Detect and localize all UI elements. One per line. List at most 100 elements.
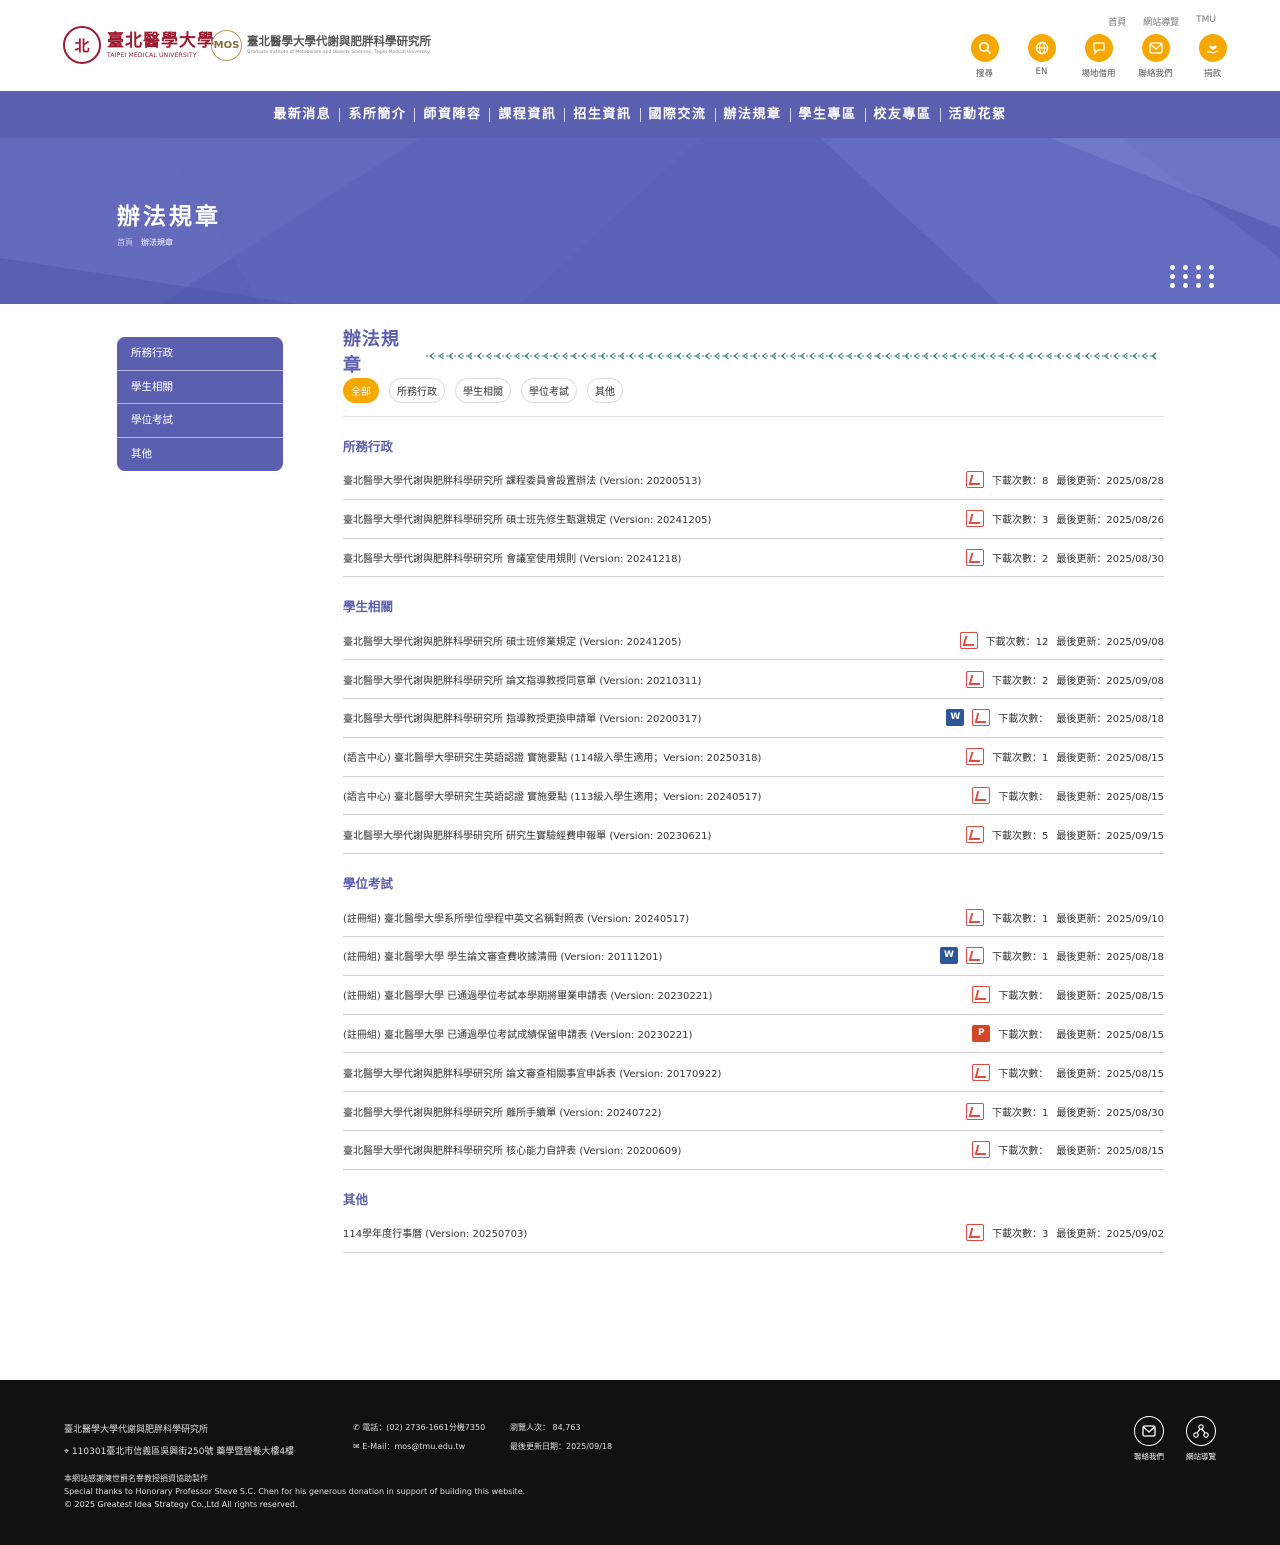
icon-button-label: 聯絡我們 <box>1138 69 1173 79</box>
top-link[interactable]: 首頁 <box>1108 15 1126 28</box>
nav-item[interactable]: 活動花絮 <box>941 107 1015 122</box>
footer-address: ⌖ 110301臺北市信義區吳興街250號 藥學暨營養大樓4樓 <box>64 1444 294 1457</box>
filter-tab[interactable]: 其他 <box>587 378 623 403</box>
icon-button-globe[interactable]: EN <box>1013 34 1070 79</box>
document-link[interactable]: 臺北醫學大學代謝與肥胖科學研究所 課程委員會設置辦法 (Version: 202… <box>343 472 701 487</box>
document-meta: 下載次數：1 最後更新：2025/09/10 <box>965 908 1164 926</box>
document-link[interactable]: (註冊組) 臺北醫學大學系所學位學程中英文名稱對照表 (Version: 202… <box>343 910 689 925</box>
credit-line: 本網站感謝陳世爵名譽教授捐資協助製作 <box>64 1474 208 1483</box>
document-meta: 下載次數： 最後更新：2025/08/15 <box>972 1141 1164 1159</box>
pdf-file-icon[interactable] <box>972 709 991 727</box>
sidebar-item[interactable]: 學位考試 <box>117 404 283 438</box>
pdf-file-icon[interactable] <box>965 510 984 528</box>
pdf-file-icon[interactable] <box>965 1224 984 1242</box>
download-count: 下載次數：2 <box>991 675 1049 687</box>
filter-tab[interactable]: 所務行政 <box>389 378 445 403</box>
document-link[interactable]: (註冊組) 臺北醫學大學 已通過學位考試成績保留申請表 (Version: 20… <box>343 1026 692 1041</box>
filter-tab[interactable]: 學位考試 <box>521 378 577 403</box>
pdf-file-icon[interactable] <box>959 631 978 649</box>
document-link[interactable]: 臺北醫學大學代謝與肥胖科學研究所 核心能力自評表 (Version: 20200… <box>343 1142 681 1157</box>
last-updated: 最後更新：2025/08/26 <box>1056 515 1164 527</box>
page-banner: 辦法規章 首頁 辦法規章 <box>0 138 1280 304</box>
icon-button-chat[interactable]: 場地借用 <box>1070 34 1127 79</box>
pdf-file-icon[interactable] <box>965 471 984 489</box>
site-header: 北 臺北醫學大學 TAIPEI MEDICAL UNIVERSITY MOS 臺… <box>0 0 1280 91</box>
document-meta: 下載次數：1 最後更新：2025/08/15 <box>965 748 1164 766</box>
last-updated: 最後更新：2025/09/10 <box>1056 913 1164 925</box>
footer-address-text: 110301臺北市信義區吳興街250號 藥學暨營養大樓4樓 <box>71 1447 295 1457</box>
icon-button-label: EN <box>1035 67 1048 77</box>
breadcrumb-current: 辦法規章 <box>141 238 173 247</box>
document-link[interactable]: 臺北醫學大學代謝與肥胖科學研究所 碩士班修業規定 (Version: 20241… <box>343 633 681 648</box>
nav-item[interactable]: 校友專區 <box>866 107 941 122</box>
document-row: (註冊組) 臺北醫學大學系所學位學程中英文名稱對照表 (Version: 202… <box>343 898 1164 937</box>
filter-tab[interactable]: 學生相關 <box>455 378 511 403</box>
word-file-icon[interactable]: W <box>939 947 958 965</box>
last-updated: 最後更新：2025/08/15 <box>1056 753 1164 765</box>
nav-item[interactable]: 師資陣容 <box>415 107 491 122</box>
sidebar-item[interactable]: 其他 <box>117 438 283 472</box>
document-link[interactable]: 臺北醫學大學代謝與肥胖科學研究所 離所手續單 (Version: 2024072… <box>343 1104 661 1119</box>
filter-tab[interactable]: 全部 <box>343 378 379 403</box>
ppt-file-icon[interactable]: P <box>972 1024 991 1042</box>
nav-item[interactable]: 最新消息 <box>265 107 341 122</box>
document-link[interactable]: 臺北醫學大學代謝與肥胖科學研究所 研究生實驗經費申報單 (Version: 20… <box>343 827 711 842</box>
nav-item[interactable]: 學生專區 <box>791 107 866 122</box>
pdf-file-icon[interactable] <box>965 825 984 843</box>
document-link[interactable]: (語言中心) 臺北醫學大學研究生英語認證 實施要點 (113級入學生適用；Ver… <box>343 788 761 803</box>
pdf-file-icon[interactable] <box>972 1063 991 1081</box>
document-link[interactable]: (語言中心) 臺北醫學大學研究生英語認證 實施要點 (114級入學生適用；Ver… <box>343 749 761 764</box>
icon-button-mail[interactable]: 聯絡我們 <box>1127 34 1184 79</box>
footer-contact-button[interactable]: 聯絡我們 <box>1124 1416 1174 1462</box>
pdf-file-icon[interactable] <box>965 1102 984 1120</box>
main-content: 辦法規章 全部 所務行政 學生相關 學位考試 其他 所務行政 臺北醫學大學代謝與肥胖科學研… <box>343 329 1164 1253</box>
pdf-file-icon[interactable] <box>965 947 984 965</box>
nav-item[interactable]: 辦法規章 <box>716 107 791 122</box>
document-meta: P 下載次數： 最後更新：2025/08/15 <box>972 1024 1164 1042</box>
sidebar-item[interactable]: 所務行政 <box>117 337 283 371</box>
pdf-file-icon[interactable] <box>972 786 991 804</box>
nav-item[interactable]: 國際交流 <box>641 107 716 122</box>
pdf-file-icon[interactable] <box>965 748 984 766</box>
mos-logo[interactable]: MOS 臺北醫學大學代謝與肥胖科學研究所 Graduate Institute … <box>211 30 431 61</box>
pdf-file-icon[interactable] <box>965 908 984 926</box>
top-link[interactable]: TMU <box>1196 15 1216 28</box>
footer-email[interactable]: ✉ E-Mail：mos@tmu.edu.tw <box>353 1441 465 1452</box>
word-file-icon[interactable]: W <box>946 709 965 727</box>
document-link[interactable]: 臺北醫學大學代謝與肥胖科學研究所 論文審查相關事宜申訴表 (Version: 2… <box>343 1065 721 1080</box>
footer-contact-label: 聯絡我們 <box>1134 1452 1164 1461</box>
document-link[interactable]: 臺北醫學大學代謝與肥胖科學研究所 會議室使用規則 (Version: 20241… <box>343 550 681 565</box>
document-link[interactable]: (註冊組) 臺北醫學大學 已通過學位考試本學期將畢業申請表 (Version: … <box>343 987 712 1002</box>
footer-sitemap-button[interactable]: 網站導覽 <box>1176 1416 1226 1462</box>
document-row: 臺北醫學大學代謝與肥胖科學研究所 碩士班先修生甄選規定 (Version: 20… <box>343 500 1164 539</box>
breadcrumb-home[interactable]: 首頁 <box>117 238 133 247</box>
mail-icon <box>1134 1416 1164 1446</box>
top-link[interactable]: 網站導覽 <box>1143 15 1179 28</box>
nav-item[interactable]: 系所簡介 <box>340 107 416 122</box>
nav-item[interactable]: 招生資訊 <box>565 107 641 122</box>
document-row: 臺北醫學大學代謝與肥胖科學研究所 課程委員會設置辦法 (Version: 202… <box>343 461 1164 500</box>
last-updated: 最後更新：2025/08/30 <box>1056 553 1164 565</box>
document-row: 臺北醫學大學代謝與肥胖科學研究所 核心能力自評表 (Version: 20200… <box>343 1131 1164 1170</box>
pdf-file-icon[interactable] <box>972 1141 991 1159</box>
last-updated: 最後更新：2025/08/18 <box>1056 952 1164 964</box>
tmu-logo[interactable]: 北 臺北醫學大學 TAIPEI MEDICAL UNIVERSITY <box>63 26 215 64</box>
sidebar-item[interactable]: 學生相關 <box>117 371 283 404</box>
group-title: 所務行政 <box>343 439 394 454</box>
pdf-file-icon[interactable] <box>972 986 991 1004</box>
icon-button-donate[interactable]: 捐款 <box>1184 34 1241 79</box>
pdf-file-icon[interactable] <box>965 670 984 688</box>
nav-item[interactable]: 課程資訊 <box>490 107 566 122</box>
document-link[interactable]: 臺北醫學大學代謝與肥胖科學研究所 碩士班先修生甄選規定 (Version: 20… <box>343 511 711 526</box>
download-count: 下載次數：8 <box>991 476 1049 488</box>
icon-button-label: 場地借用 <box>1081 69 1116 79</box>
document-link[interactable]: 臺北醫學大學代謝與肥胖科學研究所 論文指導教授同意單 (Version: 202… <box>343 672 701 687</box>
mail-icon: ✉ <box>353 1442 363 1451</box>
document-link[interactable]: (註冊組) 臺北醫學大學 學生論文審查費收據清冊 (Version: 20111… <box>343 948 662 963</box>
download-count: 下載次數：3 <box>991 1229 1049 1241</box>
icon-bar: 搜尋 EN 場地借用 聯絡我們 捐款 <box>956 34 1241 79</box>
document-link[interactable]: 臺北醫學大學代謝與肥胖科學研究所 指導教授更換申請單 (Version: 202… <box>343 710 701 725</box>
icon-button-search[interactable]: 搜尋 <box>956 34 1013 79</box>
pdf-file-icon[interactable] <box>965 548 984 566</box>
document-link[interactable]: 114學年度行事曆 (Version: 20250703) <box>343 1225 527 1240</box>
